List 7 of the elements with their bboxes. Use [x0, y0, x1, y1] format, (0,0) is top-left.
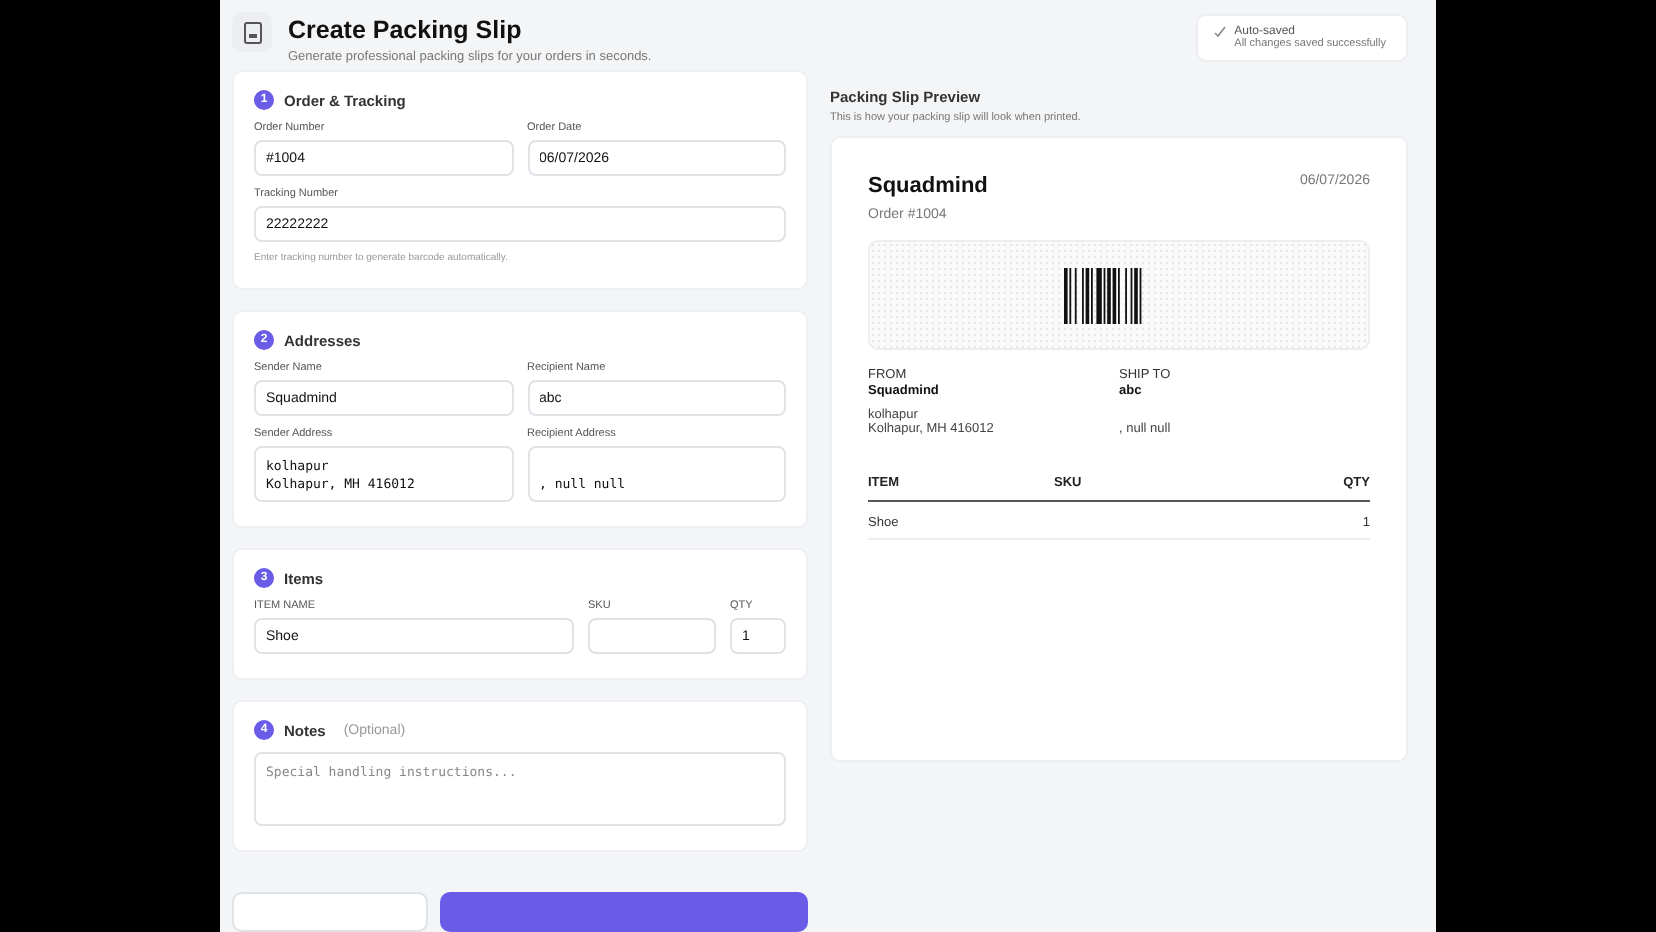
secondary-button[interactable] — [232, 892, 428, 932]
document-icon — [232, 12, 272, 52]
primary-button[interactable] — [439, 892, 808, 932]
page-title: Create Packing Slip — [288, 16, 524, 44]
check-icon — [1214, 26, 1227, 38]
input-field[interactable] — [588, 618, 716, 654]
company-name: Squadmind — [868, 174, 988, 198]
